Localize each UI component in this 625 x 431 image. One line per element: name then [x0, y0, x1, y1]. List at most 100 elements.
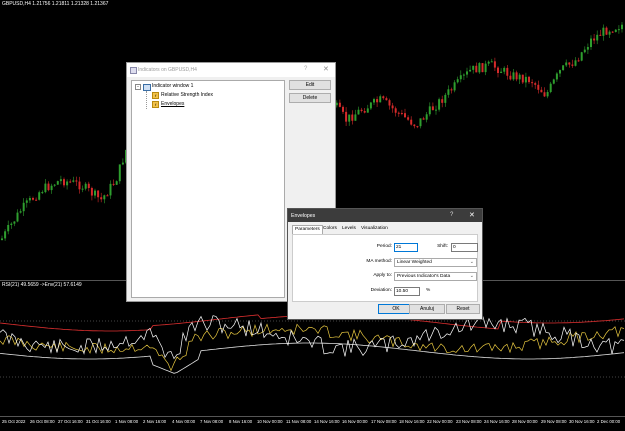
candle-body	[599, 34, 602, 36]
tree-line	[146, 91, 148, 109]
tree-collapse-icon[interactable]: −	[135, 84, 141, 90]
chevron-down-icon: ⌄	[469, 273, 474, 279]
shift-label: Shift:	[437, 244, 448, 249]
candle-body	[583, 49, 586, 53]
candle-body	[100, 197, 103, 200]
rsi-line	[0, 315, 625, 360]
time-axis-label: 14 Nov 16:00	[314, 419, 340, 424]
time-axis-label: 2 Dec 00:00	[597, 419, 621, 424]
candle-body	[16, 212, 19, 222]
apply-to-select[interactable]: Previous Indicator's Data ⌄	[394, 272, 477, 281]
indicator-tree[interactable]: − Indicator window 1 f Relative Strength…	[131, 80, 285, 298]
shift-input[interactable]: 0	[451, 243, 478, 252]
period-input[interactable]: 21	[394, 243, 418, 252]
tree-item-rsi[interactable]: Relative Strength Index	[161, 92, 213, 98]
candle-body	[413, 124, 416, 127]
tab-levels[interactable]: Levels	[340, 225, 358, 233]
indicator-function-icon: f	[152, 92, 159, 99]
candle-body	[621, 24, 623, 30]
candle-body	[357, 109, 360, 115]
candle-body	[459, 75, 462, 80]
candle-body	[590, 38, 592, 48]
tab-visualization[interactable]: Visualization	[359, 225, 390, 233]
tab-colors[interactable]: Colors	[321, 225, 339, 233]
deviation-label: Deviation:	[370, 288, 392, 293]
candle-body	[543, 92, 546, 97]
close-icon[interactable]: ✕	[323, 65, 329, 73]
indicators-dialog-titlebar[interactable]: Indicators on GBPUSD,H4 ? ✕	[127, 63, 335, 77]
help-icon[interactable]: ?	[304, 66, 307, 72]
candle-body	[425, 114, 428, 120]
candle-body	[441, 99, 444, 103]
candle-body	[335, 102, 338, 106]
envelopes-dialog-titlebar[interactable]: Envelopes ? ✕	[288, 209, 482, 222]
help-icon[interactable]: ?	[450, 212, 453, 218]
candle-body	[106, 195, 109, 197]
chart-header: GBPUSD,H4 1.21756 1.21811 1.21328 1.2136…	[2, 1, 109, 7]
tree-root-label[interactable]: Indicator window 1	[152, 83, 193, 89]
time-axis-label: 30 Nov 16:00	[569, 419, 595, 424]
ma-method-select[interactable]: Linear Weighted ⌄	[394, 258, 477, 267]
candle-body	[447, 89, 450, 95]
candle-body	[416, 126, 419, 128]
candle-body	[351, 114, 354, 121]
cancel-button[interactable]: Anuluj	[409, 304, 445, 314]
candle-body	[608, 31, 611, 35]
candle-body	[540, 89, 543, 93]
candle-body	[342, 106, 344, 112]
candle-body	[546, 92, 549, 97]
candle-body	[22, 202, 25, 212]
candle-body	[481, 63, 484, 73]
tab-parameters[interactable]: Parameters	[292, 225, 323, 234]
candle-body	[534, 83, 537, 85]
candle-body	[559, 70, 561, 74]
candle-body	[53, 184, 56, 186]
candle-body	[35, 199, 38, 201]
apply-to-value: Previous Indicator's Data	[397, 274, 451, 279]
time-axis-label: 26 Oct 08:00	[30, 419, 55, 424]
candle-body	[56, 181, 59, 185]
candle-body	[528, 76, 530, 83]
candle-body	[121, 162, 124, 165]
candle-body	[97, 190, 100, 198]
candle-body	[109, 183, 112, 196]
indicator-function-icon: f	[152, 101, 159, 108]
deviation-input[interactable]: 10.50	[394, 287, 420, 296]
time-axis-label: 27 Oct 16:00	[58, 419, 83, 424]
close-icon[interactable]: ✕	[469, 211, 475, 219]
candle-body	[400, 112, 403, 114]
candle-body	[500, 71, 503, 73]
reset-button[interactable]: Reset	[446, 304, 480, 314]
candle-body	[524, 76, 527, 83]
app-icon	[130, 67, 137, 74]
candle-body	[75, 180, 78, 182]
candle-body	[580, 52, 583, 61]
candle-body	[28, 197, 31, 201]
candle-body	[453, 82, 456, 91]
candle-body	[385, 98, 388, 101]
time-axis-label: 29 Nov 08:00	[541, 419, 567, 424]
candle-body	[428, 106, 431, 115]
candle-body	[66, 181, 69, 186]
time-axis-label: 11 Nov 08:00	[286, 419, 312, 424]
time-axis-label: 2 Nov 16:00	[143, 419, 167, 424]
candle-body	[7, 224, 10, 232]
candle-body	[593, 38, 596, 41]
candle-body	[115, 181, 118, 185]
candle-body	[571, 64, 574, 66]
candle-body	[345, 111, 348, 122]
candle-body	[431, 106, 434, 111]
candle-body	[410, 119, 413, 125]
candle-body	[72, 180, 75, 182]
time-axis-label: 24 Nov 16:00	[484, 419, 510, 424]
candle-body	[518, 74, 521, 80]
candle-body	[47, 183, 50, 191]
time-axis-label: 10 Nov 00:00	[257, 419, 283, 424]
tree-item-envelopes[interactable]: Envelopes	[161, 101, 184, 107]
candle-body	[32, 197, 34, 200]
chevron-down-icon: ⌄	[469, 259, 474, 265]
delete-button[interactable]: Delete	[289, 93, 331, 103]
candle-body	[41, 192, 44, 194]
edit-button[interactable]: Edit	[289, 80, 331, 90]
parameters-panel: Period: 21 Shift: 0 MA method: Linear We…	[292, 234, 478, 302]
